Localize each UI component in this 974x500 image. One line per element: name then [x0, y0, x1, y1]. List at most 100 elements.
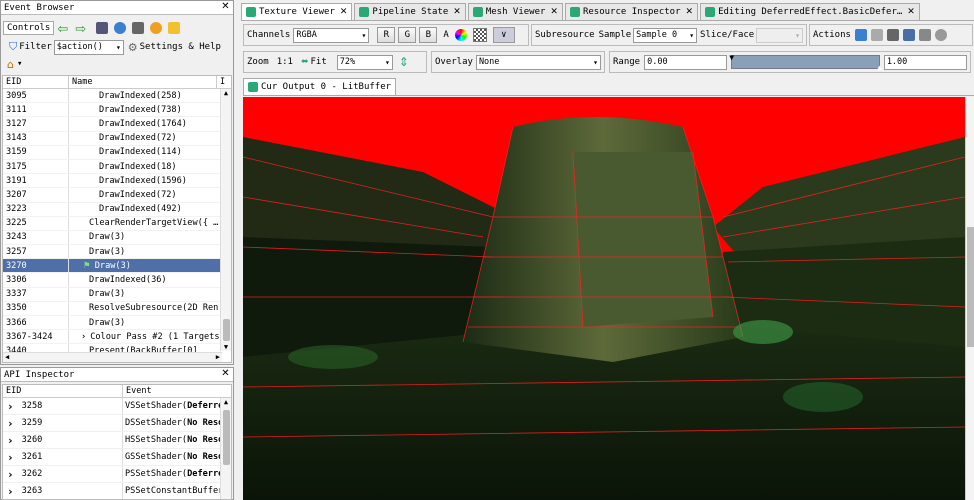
scroll-left-arrow[interactable]: ◀: [5, 353, 9, 362]
range-min-input[interactable]: 0.00: [644, 54, 728, 70]
range-max-input[interactable]: 1.00: [883, 54, 968, 70]
table-row[interactable]: 3367-3424 › Colour Pass #2 (1 Targets): [3, 330, 222, 345]
checkerboard-icon[interactable]: [472, 28, 487, 42]
gear-bookmark-icon[interactable]: [150, 22, 163, 34]
scrollbar-up-arrow[interactable]: ▲: [221, 89, 231, 97]
star-icon[interactable]: [168, 22, 181, 34]
tab-mesh-viewer[interactable]: Mesh Viewer ✕: [467, 3, 563, 20]
close-icon[interactable]: ✕: [453, 7, 461, 17]
settings-help-button[interactable]: Settings & Help: [140, 42, 221, 52]
slice-face-select[interactable]: ▾: [756, 27, 803, 43]
expand-chevron-icon[interactable]: ›: [7, 485, 14, 498]
table-row[interactable]: › 3261 GSSetShader(No Reso: [3, 449, 222, 466]
eid-column-header[interactable]: EID: [3, 76, 69, 88]
expand-chevron-icon[interactable]: ›: [7, 468, 14, 481]
filter-input[interactable]: $action() ▾: [53, 39, 124, 55]
texture-view-canvas[interactable]: [243, 97, 965, 500]
close-icon[interactable]: ✕: [220, 369, 231, 380]
close-icon[interactable]: ✕: [907, 7, 915, 17]
zoom-one-to-one-button[interactable]: 1:1: [277, 57, 293, 67]
table-row[interactable]: 3143 DrawIndexed(72): [3, 131, 222, 146]
blue-channel-toggle[interactable]: B: [419, 27, 438, 43]
table-row[interactable]: 3270 ⚑ Draw(3): [3, 259, 222, 274]
name-column-header[interactable]: Name: [69, 76, 217, 88]
tab-texture-viewer[interactable]: Texture Viewer ✕: [241, 3, 353, 20]
overlay-select[interactable]: None ▾: [475, 54, 601, 70]
expand-chevron-icon[interactable]: ›: [7, 417, 14, 430]
channels-select[interactable]: RGBA ▾: [293, 27, 370, 43]
table-row[interactable]: › 3263 PSSetConstantBuffers: [3, 483, 222, 499]
red-channel-toggle[interactable]: R: [377, 27, 396, 43]
table-row[interactable]: 3175 DrawIndexed(18): [3, 159, 222, 175]
range-black-point-handle[interactable]: ▼: [729, 53, 734, 62]
arrow-right-icon[interactable]: ⇨: [75, 22, 93, 37]
settings-gear-icon[interactable]: ⚙: [128, 41, 138, 54]
table-row[interactable]: › 3260 HSSetShader(No Reso: [3, 432, 222, 449]
tab-pipeline-state[interactable]: Pipeline State ✕: [354, 3, 466, 20]
table-row[interactable]: 3207 DrawIndexed(72): [3, 188, 222, 203]
scrollbar-thumb[interactable]: [223, 319, 230, 341]
close-icon[interactable]: ✕: [220, 2, 231, 13]
api-eid-column-header[interactable]: EID: [3, 385, 123, 397]
scroll-right-arrow[interactable]: ▶: [216, 353, 220, 362]
chevron-down-icon[interactable]: ▾: [593, 58, 598, 67]
chevron-down-icon[interactable]: ▾: [795, 31, 800, 40]
scrollbar-down-arrow[interactable]: ▼: [221, 343, 231, 351]
expand-chevron-icon[interactable]: ›: [7, 400, 14, 413]
extra-column-header[interactable]: I: [217, 76, 231, 88]
settings-gear-icon[interactable]: [934, 29, 947, 41]
table-row[interactable]: 3306 DrawIndexed(36): [3, 273, 222, 288]
arrow-left-icon[interactable]: ⇦: [57, 22, 75, 37]
save-icon[interactable]: [854, 29, 867, 41]
range-histogram-slider[interactable]: ▼ ▲: [729, 53, 882, 72]
zoom-select[interactable]: 72% ▾: [336, 54, 393, 70]
tab-cur-output[interactable]: Cur Output 0 - LitBuffer: [243, 78, 397, 95]
table-row[interactable]: 3111 DrawIndexed(738): [3, 103, 222, 118]
chevron-down-icon[interactable]: ▾: [17, 59, 22, 69]
chevron-down-icon[interactable]: ▾: [116, 43, 121, 52]
find-icon[interactable]: [132, 22, 145, 34]
sample-select[interactable]: Sample 0 ▾: [633, 27, 698, 43]
table-row[interactable]: › 3258 VSSetShader(Deferre: [3, 398, 222, 415]
table-row[interactable]: 3337 Draw(3): [3, 287, 222, 302]
range-white-point-handle[interactable]: ▲: [877, 63, 882, 72]
link-icon[interactable]: [918, 29, 931, 41]
copy-icon[interactable]: [870, 29, 883, 41]
expand-chevron-icon[interactable]: ›: [81, 332, 86, 342]
tab-resource-inspector[interactable]: Resource Inspector ✕: [564, 3, 699, 20]
table-row[interactable]: 3350 ResolveSubresource(2D Ren: [3, 301, 222, 316]
close-icon[interactable]: ✕: [686, 7, 694, 17]
close-icon[interactable]: ✕: [340, 7, 348, 17]
api-event-column-header[interactable]: Event: [123, 385, 221, 397]
expand-chevron-icon[interactable]: ›: [7, 434, 14, 447]
table-row[interactable]: 3127 DrawIndexed(1764): [3, 117, 222, 132]
channels-dropdown-button[interactable]: ∨: [492, 27, 515, 43]
scrollbar-up-arrow[interactable]: ▲: [221, 398, 231, 406]
tab-editing-deferredeffect-basicdefer[interactable]: Editing DeferredEffect.BasicDefer… ✕: [700, 3, 920, 20]
open-texture-list-icon[interactable]: [902, 29, 915, 41]
green-channel-toggle[interactable]: G: [398, 27, 417, 43]
home-icon[interactable]: ⌂: [7, 58, 14, 71]
table-row[interactable]: 3366 Draw(3): [3, 316, 222, 331]
scrollbar-thumb[interactable]: [967, 227, 974, 347]
clock-icon[interactable]: [114, 22, 127, 34]
table-row[interactable]: › 3259 DSSetShader(No Reso: [3, 415, 222, 432]
close-icon[interactable]: ✕: [550, 7, 558, 17]
chevron-down-icon[interactable]: ▾: [689, 31, 694, 40]
table-row[interactable]: 3257 Draw(3): [3, 245, 222, 260]
table-row[interactable]: 3225 ClearRenderTargetView({ …: [3, 216, 222, 231]
goto-location-icon[interactable]: [886, 29, 899, 41]
table-row[interactable]: › 3262 PSSetShader(Deferre: [3, 466, 222, 483]
chevron-down-icon[interactable]: ▾: [362, 31, 367, 40]
expand-chevron-icon[interactable]: ›: [7, 451, 14, 464]
table-row[interactable]: 3191 DrawIndexed(1596): [3, 174, 222, 189]
horizontal-scrollbar[interactable]: ◀ ▶: [3, 352, 222, 362]
table-row[interactable]: 3243 Draw(3): [3, 230, 222, 246]
fit-button[interactable]: Fit: [311, 57, 327, 67]
alpha-channel-toggle[interactable]: A: [443, 30, 448, 40]
viewer-vertical-scrollbar[interactable]: [965, 97, 974, 500]
vertical-scrollbar[interactable]: ▲ ▼: [220, 89, 231, 351]
table-row[interactable]: 3223 DrawIndexed(492): [3, 202, 222, 217]
table-row[interactable]: 3095 DrawIndexed(258): [3, 89, 222, 104]
color-wheel-icon[interactable]: [454, 29, 467, 41]
